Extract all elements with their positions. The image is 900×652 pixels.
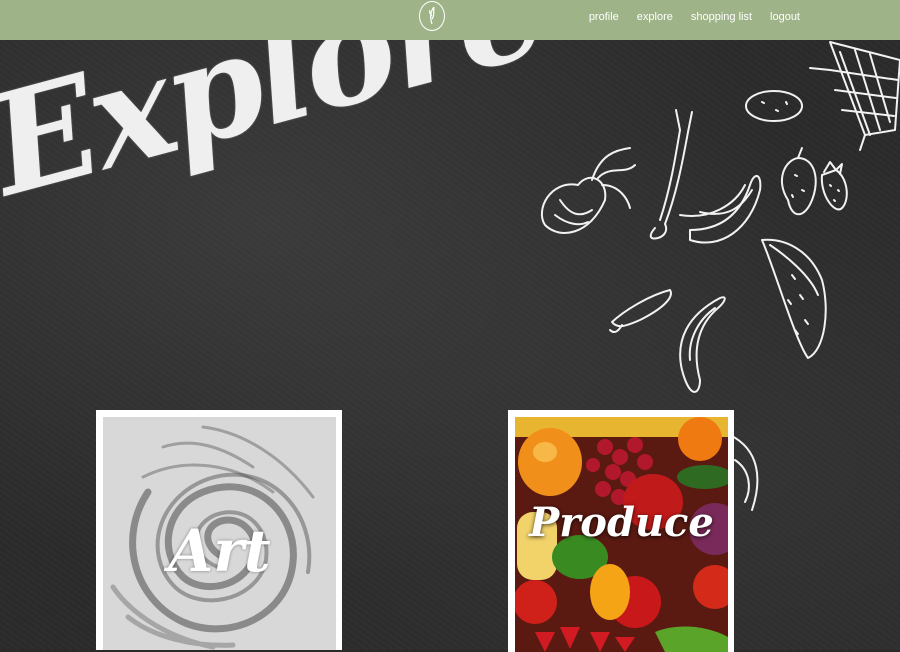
nav-link-logout[interactable]: logout — [770, 11, 800, 23]
falling-banana-doodle — [679, 296, 726, 393]
category-card-art[interactable]: Art — [96, 410, 342, 650]
scallion-doodle — [649, 109, 693, 240]
beet-doodle — [540, 147, 636, 234]
grater-doodle — [809, 41, 900, 151]
pepper-doodle — [609, 289, 672, 334]
art-card-image: Art — [103, 417, 336, 650]
cabbage-doodle — [729, 434, 759, 511]
nav-links: profile explore shopping list logout — [589, 11, 800, 23]
produce-card-image: Produce — [515, 417, 728, 652]
watermelon-doodle — [761, 238, 827, 359]
nav-link-profile[interactable]: profile — [589, 11, 619, 23]
nav-link-explore[interactable]: explore — [637, 11, 673, 23]
lemon-doodle — [745, 90, 803, 122]
category-card-produce[interactable]: Produce — [508, 410, 734, 652]
banana-doodle — [679, 175, 762, 244]
top-navbar: profile explore shopping list logout — [0, 0, 900, 40]
strawberry-doodle — [820, 161, 848, 211]
card-label-produce: Produce — [529, 499, 714, 546]
leaf-logo-icon[interactable] — [419, 1, 445, 31]
nav-link-shopping-list[interactable]: shopping list — [691, 11, 752, 23]
card-label-art: Art — [168, 517, 271, 585]
pear-doodle — [781, 147, 817, 216]
